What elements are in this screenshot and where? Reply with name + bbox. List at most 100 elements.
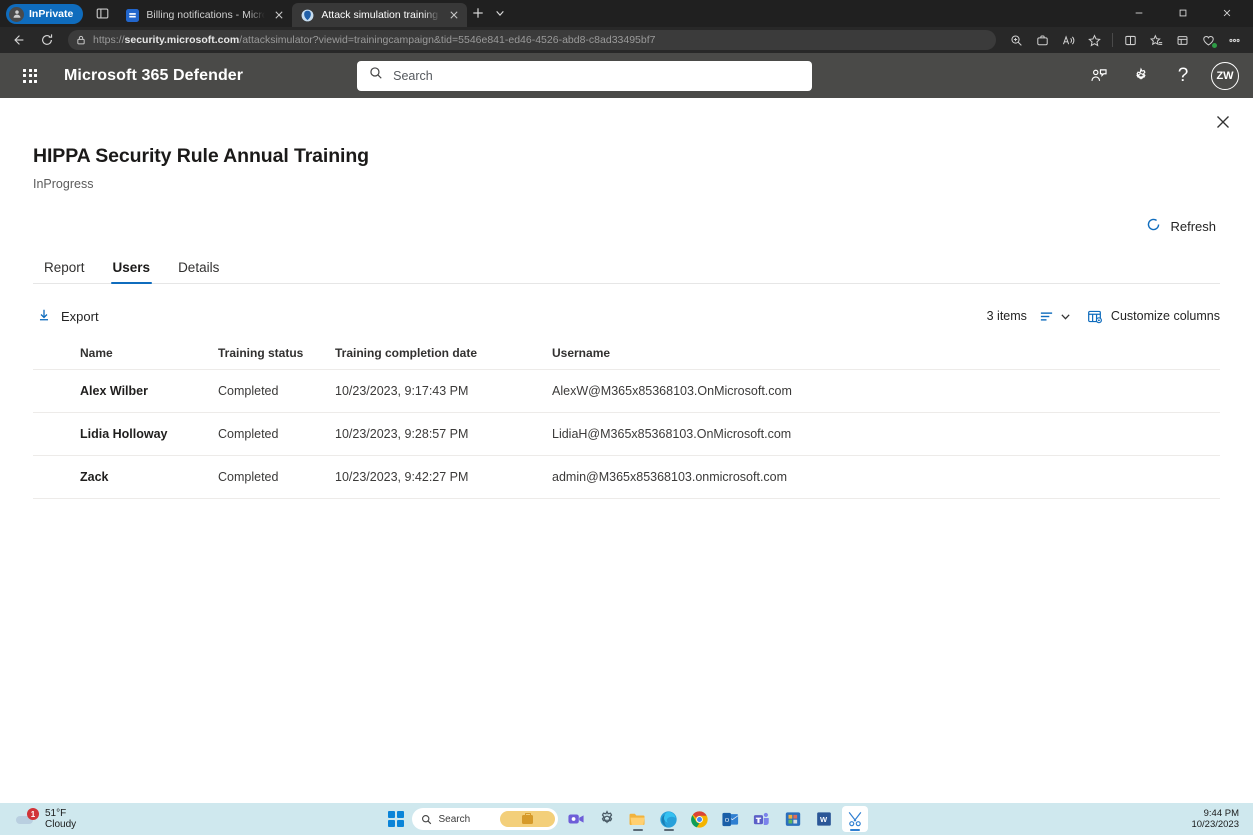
window-controls <box>1117 0 1249 26</box>
m365-header-actions: ? ZW <box>1079 56 1239 96</box>
taskbar-search-placeholder: Search <box>438 813 471 825</box>
cell-status: Completed <box>218 412 335 456</box>
tab-title: Attack simulation training - Micr <box>321 9 440 21</box>
avatar[interactable]: ZW <box>1211 61 1239 90</box>
search-icon <box>369 66 383 85</box>
cell-name: Lidia Holloway <box>80 412 218 456</box>
wallet-icon[interactable] <box>1030 29 1055 51</box>
cloud-icon: 1 <box>16 808 39 828</box>
page-content: Microsoft 365 Defender ? ZW <box>0 53 1253 803</box>
browser-tab-0[interactable]: Billing notifications - Microsoft 3 <box>117 3 292 27</box>
briefcase-icon <box>500 811 555 827</box>
cell-date: 10/23/2023, 9:17:43 PM <box>335 369 552 413</box>
tab-list-chevron-down-icon[interactable] <box>489 2 511 24</box>
column-header-training-completion-date[interactable]: Training completion date <box>335 337 552 370</box>
svg-text:O: O <box>725 817 730 823</box>
inprivate-indicator[interactable]: InPrivate <box>6 4 84 24</box>
column-header-username[interactable]: Username <box>552 337 1220 370</box>
table-body: Alex Wilber Completed 10/23/2023, 9:17:4… <box>33 369 1220 499</box>
tab-close-icon[interactable] <box>272 8 286 22</box>
notification-badge: 1 <box>27 808 39 820</box>
refresh-icon <box>1146 217 1161 235</box>
sort-control[interactable] <box>1039 309 1071 324</box>
clock-date: 10/23/2023 <box>1191 819 1239 830</box>
help-icon[interactable]: ? <box>1163 56 1203 96</box>
taskbar-snipping-tool-icon[interactable] <box>841 806 868 832</box>
table-row[interactable]: Zack Completed 10/23/2023, 9:42:27 PM ad… <box>33 455 1220 499</box>
address-bar[interactable]: https://security.microsoft.com/attacksim… <box>68 30 996 50</box>
taskbar-app-chat-icon[interactable] <box>563 806 589 832</box>
tab-users[interactable]: Users <box>110 254 153 284</box>
split-screen-icon[interactable] <box>1118 29 1143 51</box>
zoom-icon[interactable] <box>1004 29 1029 51</box>
minimize-icon[interactable] <box>1117 0 1161 26</box>
table-row[interactable]: Alex Wilber Completed 10/23/2023, 9:17:4… <box>33 369 1220 413</box>
taskbar-center: Search O W <box>386 806 868 832</box>
sort-icon <box>1040 311 1053 321</box>
windows-taskbar: 1 51°F Cloudy Search O W 9:44 PM 10/23/2… <box>0 803 1253 835</box>
column-header-training-status[interactable]: Training status <box>218 337 335 370</box>
taskbar-outlook-icon[interactable]: O <box>718 806 744 832</box>
url-domain: security.microsoft.com <box>124 34 240 46</box>
url-scheme: https:// <box>93 34 125 46</box>
browser-settings-menu-icon[interactable] <box>1222 29 1247 51</box>
close-window-icon[interactable] <box>1205 0 1249 26</box>
tab-close-icon[interactable] <box>447 8 461 22</box>
app-launcher-waffle-icon[interactable] <box>14 60 46 92</box>
taskbar-store-icon[interactable] <box>780 806 806 832</box>
taskbar-word-icon[interactable]: W <box>811 806 837 832</box>
table-row[interactable]: Lidia Holloway Completed 10/23/2023, 9:2… <box>33 412 1220 456</box>
cell-username: LidiaH@M365x85368103.OnMicrosoft.com <box>552 412 1220 456</box>
taskbar-search[interactable]: Search <box>411 808 558 830</box>
cell-date: 10/23/2023, 9:42:27 PM <box>335 455 552 499</box>
taskbar-edge-icon[interactable] <box>656 806 682 832</box>
taskbar-clock[interactable]: 9:44 PM 10/23/2023 <box>1191 808 1245 831</box>
tab-search-icon[interactable] <box>89 2 115 24</box>
browser-tab-1[interactable]: Attack simulation training - Micr <box>292 3 468 27</box>
command-bar: Export 3 items Customize columns <box>33 301 1220 331</box>
refresh-page-icon[interactable] <box>34 29 60 51</box>
download-icon <box>37 308 51 325</box>
tab-report[interactable]: Report <box>42 254 87 284</box>
cell-date: 10/23/2023, 9:28:57 PM <box>335 412 552 456</box>
row-spacer <box>33 369 80 413</box>
search-box[interactable] <box>357 60 813 91</box>
url-path: /attacksimulator?viewid=trainingcampaign… <box>239 34 656 46</box>
collections-icon[interactable] <box>1170 29 1195 51</box>
start-button-icon[interactable] <box>386 809 407 830</box>
app-title: Microsoft 365 Defender <box>64 66 244 84</box>
search-input[interactable] <box>393 68 801 83</box>
copilot-icon[interactable] <box>1196 29 1221 51</box>
table-columns-icon <box>1087 310 1102 323</box>
inprivate-avatar-icon <box>9 6 24 22</box>
taskbar-teams-icon[interactable] <box>749 806 775 832</box>
favorites-add-icon[interactable] <box>1144 29 1169 51</box>
page-title: HIPPA Security Rule Annual Training <box>33 145 369 167</box>
taskbar-app-settings-icon[interactable] <box>594 806 620 832</box>
favorites-star-icon[interactable] <box>1082 29 1107 51</box>
browser-toolbar-icons <box>1004 29 1247 51</box>
refresh-button[interactable]: Refresh <box>1142 213 1220 239</box>
settings-gear-icon[interactable] <box>1121 56 1161 96</box>
back-icon[interactable] <box>6 29 32 51</box>
lock-icon <box>76 35 86 45</box>
search-icon <box>421 814 431 824</box>
taskbar-file-explorer-icon[interactable] <box>625 806 651 832</box>
column-header-name[interactable]: Name <box>80 337 218 370</box>
customize-columns-button[interactable]: Customize columns <box>1087 309 1220 324</box>
feedback-icon[interactable] <box>1079 56 1119 96</box>
export-button[interactable]: Export <box>33 305 107 328</box>
read-aloud-icon[interactable] <box>1056 29 1081 51</box>
toolbar-divider <box>1112 33 1113 47</box>
cell-username: AlexW@M365x85368103.OnMicrosoft.com <box>552 369 1220 413</box>
browser-window: InPrivate Billing notifications - Micros… <box>0 0 1253 835</box>
weather-widget[interactable]: 1 51°F Cloudy <box>8 808 76 831</box>
new-tab-icon[interactable] <box>467 2 489 24</box>
clock-time: 9:44 PM <box>1203 807 1239 819</box>
row-spacer <box>33 455 80 499</box>
tab-title: Billing notifications - Microsoft 3 <box>146 9 266 21</box>
taskbar-chrome-icon[interactable] <box>687 806 713 832</box>
maximize-icon[interactable] <box>1161 0 1205 26</box>
close-panel-icon[interactable] <box>1207 106 1239 138</box>
tab-details[interactable]: Details <box>176 254 221 284</box>
